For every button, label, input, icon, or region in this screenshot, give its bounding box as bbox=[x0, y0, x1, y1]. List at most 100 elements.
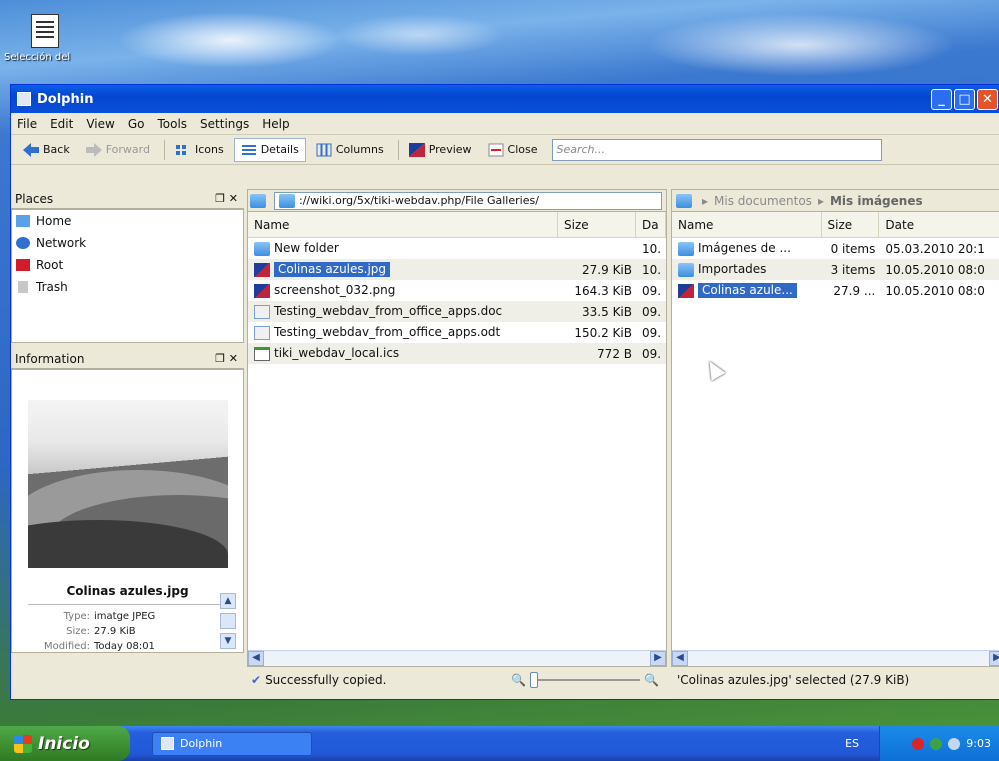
place-network[interactable]: Network bbox=[12, 232, 243, 254]
document-icon bbox=[254, 325, 270, 340]
place-label: Network bbox=[36, 236, 87, 250]
back-arrow-icon bbox=[23, 142, 39, 157]
menu-go[interactable]: Go bbox=[128, 117, 145, 131]
back-button[interactable]: Back bbox=[17, 138, 76, 162]
places-list: Home Network Root Trash bbox=[11, 209, 244, 343]
menu-file[interactable]: File bbox=[17, 117, 37, 131]
name-column[interactable]: Name bbox=[672, 212, 822, 237]
zoom-thumb[interactable] bbox=[530, 672, 539, 688]
breadcrumb-separator: ▸ bbox=[817, 193, 824, 208]
size-column[interactable]: Size bbox=[822, 212, 880, 237]
trash-icon bbox=[18, 281, 28, 293]
table-row[interactable]: screenshot_032.png 164.3 KiB 09. bbox=[248, 280, 666, 301]
places-title: Places bbox=[15, 191, 54, 206]
status-text: Successfully copied. bbox=[265, 673, 387, 687]
task-label: Dolphin bbox=[180, 737, 223, 750]
scroll-down-icon[interactable]: ▼ bbox=[220, 633, 236, 649]
zoom-track[interactable] bbox=[530, 672, 641, 688]
date-cell: 10. bbox=[642, 262, 662, 277]
network-tray-icon[interactable] bbox=[930, 737, 943, 750]
forward-button[interactable]: Forward bbox=[80, 138, 156, 162]
table-row[interactable]: Imágenes de ... 0 items 05.03.2010 20:1 bbox=[672, 238, 999, 259]
table-row[interactable]: Colinas azule... 27.9 ... 10.05.2010 08:0 bbox=[672, 280, 999, 301]
place-root[interactable]: Root bbox=[12, 254, 243, 276]
table-row[interactable]: Testing_webdav_from_office_apps.odt 150.2… bbox=[248, 322, 666, 343]
security-icon[interactable] bbox=[912, 737, 925, 750]
date-column[interactable]: Da bbox=[636, 212, 666, 237]
date-cell: 05.03.2010 20:1 bbox=[885, 241, 985, 256]
place-trash[interactable]: Trash bbox=[12, 276, 243, 298]
taskbar-dolphin-button[interactable]: Dolphin bbox=[152, 731, 312, 756]
name-column[interactable]: Name bbox=[248, 212, 558, 237]
scroll-right-icon[interactable]: ▶ bbox=[650, 651, 666, 666]
check-icon: ✔ bbox=[251, 673, 262, 687]
zoom-slider[interactable]: 🔍 🔍 bbox=[511, 672, 659, 688]
preview-icon bbox=[408, 142, 425, 157]
table-row[interactable]: Colinas azules.jpg 27.9 KiB 10. bbox=[248, 259, 666, 280]
zoom-in-icon[interactable]: 🔍 bbox=[644, 673, 659, 687]
folder-icon bbox=[678, 241, 694, 256]
table-row[interactable]: Importades 3 items 10.05.2010 08:0 bbox=[672, 259, 999, 280]
name-cell: Colinas azules.jpg bbox=[248, 262, 558, 277]
home-icon[interactable] bbox=[676, 193, 692, 208]
start-button[interactable]: Inicio bbox=[0, 726, 130, 761]
scroll-up-icon[interactable]: ▲ bbox=[220, 593, 236, 609]
information-title: Information bbox=[15, 351, 85, 366]
place-home[interactable]: Home bbox=[12, 210, 243, 232]
toolbar-separator bbox=[163, 139, 165, 160]
preview-button[interactable]: Preview bbox=[403, 138, 478, 162]
volume-icon[interactable] bbox=[948, 737, 961, 750]
size-cell: 772 B bbox=[597, 346, 632, 361]
table-row[interactable]: tiki_webdav_local.ics 772 B 09. bbox=[248, 343, 666, 364]
menu-tools[interactable]: Tools bbox=[157, 117, 187, 131]
scroll-thumb[interactable] bbox=[220, 613, 236, 629]
size-column[interactable]: Size bbox=[558, 212, 636, 237]
right-file-view: ▸ Mis documentos ▸ Mis imágenes Name Siz… bbox=[671, 189, 999, 667]
panel-controls[interactable]: ❐ ✕ bbox=[215, 352, 238, 365]
maximize-button[interactable]: □ bbox=[954, 88, 975, 110]
close-split-icon bbox=[488, 143, 504, 156]
left-file-view: ://wiki.org/5x/tiki-webdav.php/File Gall… bbox=[247, 189, 667, 667]
zoom-out-icon[interactable]: 🔍 bbox=[511, 673, 526, 687]
menu-edit[interactable]: Edit bbox=[50, 117, 73, 131]
info-file-name: Colinas azules.jpg bbox=[66, 584, 189, 598]
panel-controls[interactable]: ❐ ✕ bbox=[215, 192, 238, 205]
menu-settings[interactable]: Settings bbox=[200, 117, 249, 131]
columns-view-button[interactable]: Columns bbox=[310, 138, 390, 162]
breadcrumb-separator: ▸ bbox=[702, 193, 709, 208]
menu-help[interactable]: Help bbox=[262, 117, 289, 131]
desktop-background bbox=[0, 0, 999, 90]
breadcrumb-item[interactable]: Mis documentos bbox=[714, 194, 812, 208]
menu-view[interactable]: View bbox=[86, 117, 114, 131]
dolphin-window: Dolphin _ □ ✕ File Edit View Go Tools Se… bbox=[10, 84, 999, 700]
search-input[interactable]: Search... bbox=[551, 138, 882, 161]
details-view-button[interactable]: Details bbox=[233, 137, 306, 162]
network-icon bbox=[16, 237, 30, 249]
scroll-left-icon[interactable]: ◀ bbox=[672, 651, 688, 666]
table-row[interactable]: New folder 10. bbox=[248, 238, 666, 259]
type-label: Type: bbox=[63, 611, 90, 622]
column-header: Name Size Da bbox=[248, 212, 666, 238]
scroll-right-icon[interactable]: ▶ bbox=[989, 651, 999, 666]
title-bar[interactable]: Dolphin _ □ ✕ bbox=[11, 85, 999, 113]
size-value: 27.9 KiB bbox=[94, 626, 136, 637]
info-scrollbar[interactable]: ▲ ▼ bbox=[220, 593, 236, 653]
horizontal-scrollbar[interactable]: ◀ ▶ bbox=[248, 650, 666, 666]
date-column[interactable]: Date bbox=[879, 212, 999, 237]
desktop-icon[interactable]: Selección del bbox=[4, 14, 80, 63]
date-cell: 10. bbox=[642, 241, 662, 256]
column-header: Name Size Date bbox=[672, 212, 999, 238]
date-cell: 10.05.2010 08:0 bbox=[885, 262, 985, 277]
close-button[interactable]: ✕ bbox=[977, 88, 998, 110]
close-view-button[interactable]: Close bbox=[482, 138, 544, 162]
language-indicator[interactable]: ES bbox=[845, 737, 859, 750]
horizontal-scrollbar[interactable]: ◀ ▶ bbox=[672, 650, 999, 666]
icons-view-button[interactable]: Icons bbox=[169, 138, 230, 162]
minimize-button[interactable]: _ bbox=[931, 88, 952, 110]
name-cell: Colinas azule... bbox=[672, 283, 822, 298]
table-row[interactable]: Testing_webdav_from_office_apps.doc 33.5 … bbox=[248, 301, 666, 322]
system-tray: 9:03 bbox=[879, 726, 999, 761]
breadcrumb-current[interactable]: Mis imágenes bbox=[830, 194, 923, 208]
scroll-left-icon[interactable]: ◀ bbox=[248, 651, 264, 666]
location-input[interactable]: ://wiki.org/5x/tiki-webdav.php/File Gall… bbox=[274, 191, 662, 210]
